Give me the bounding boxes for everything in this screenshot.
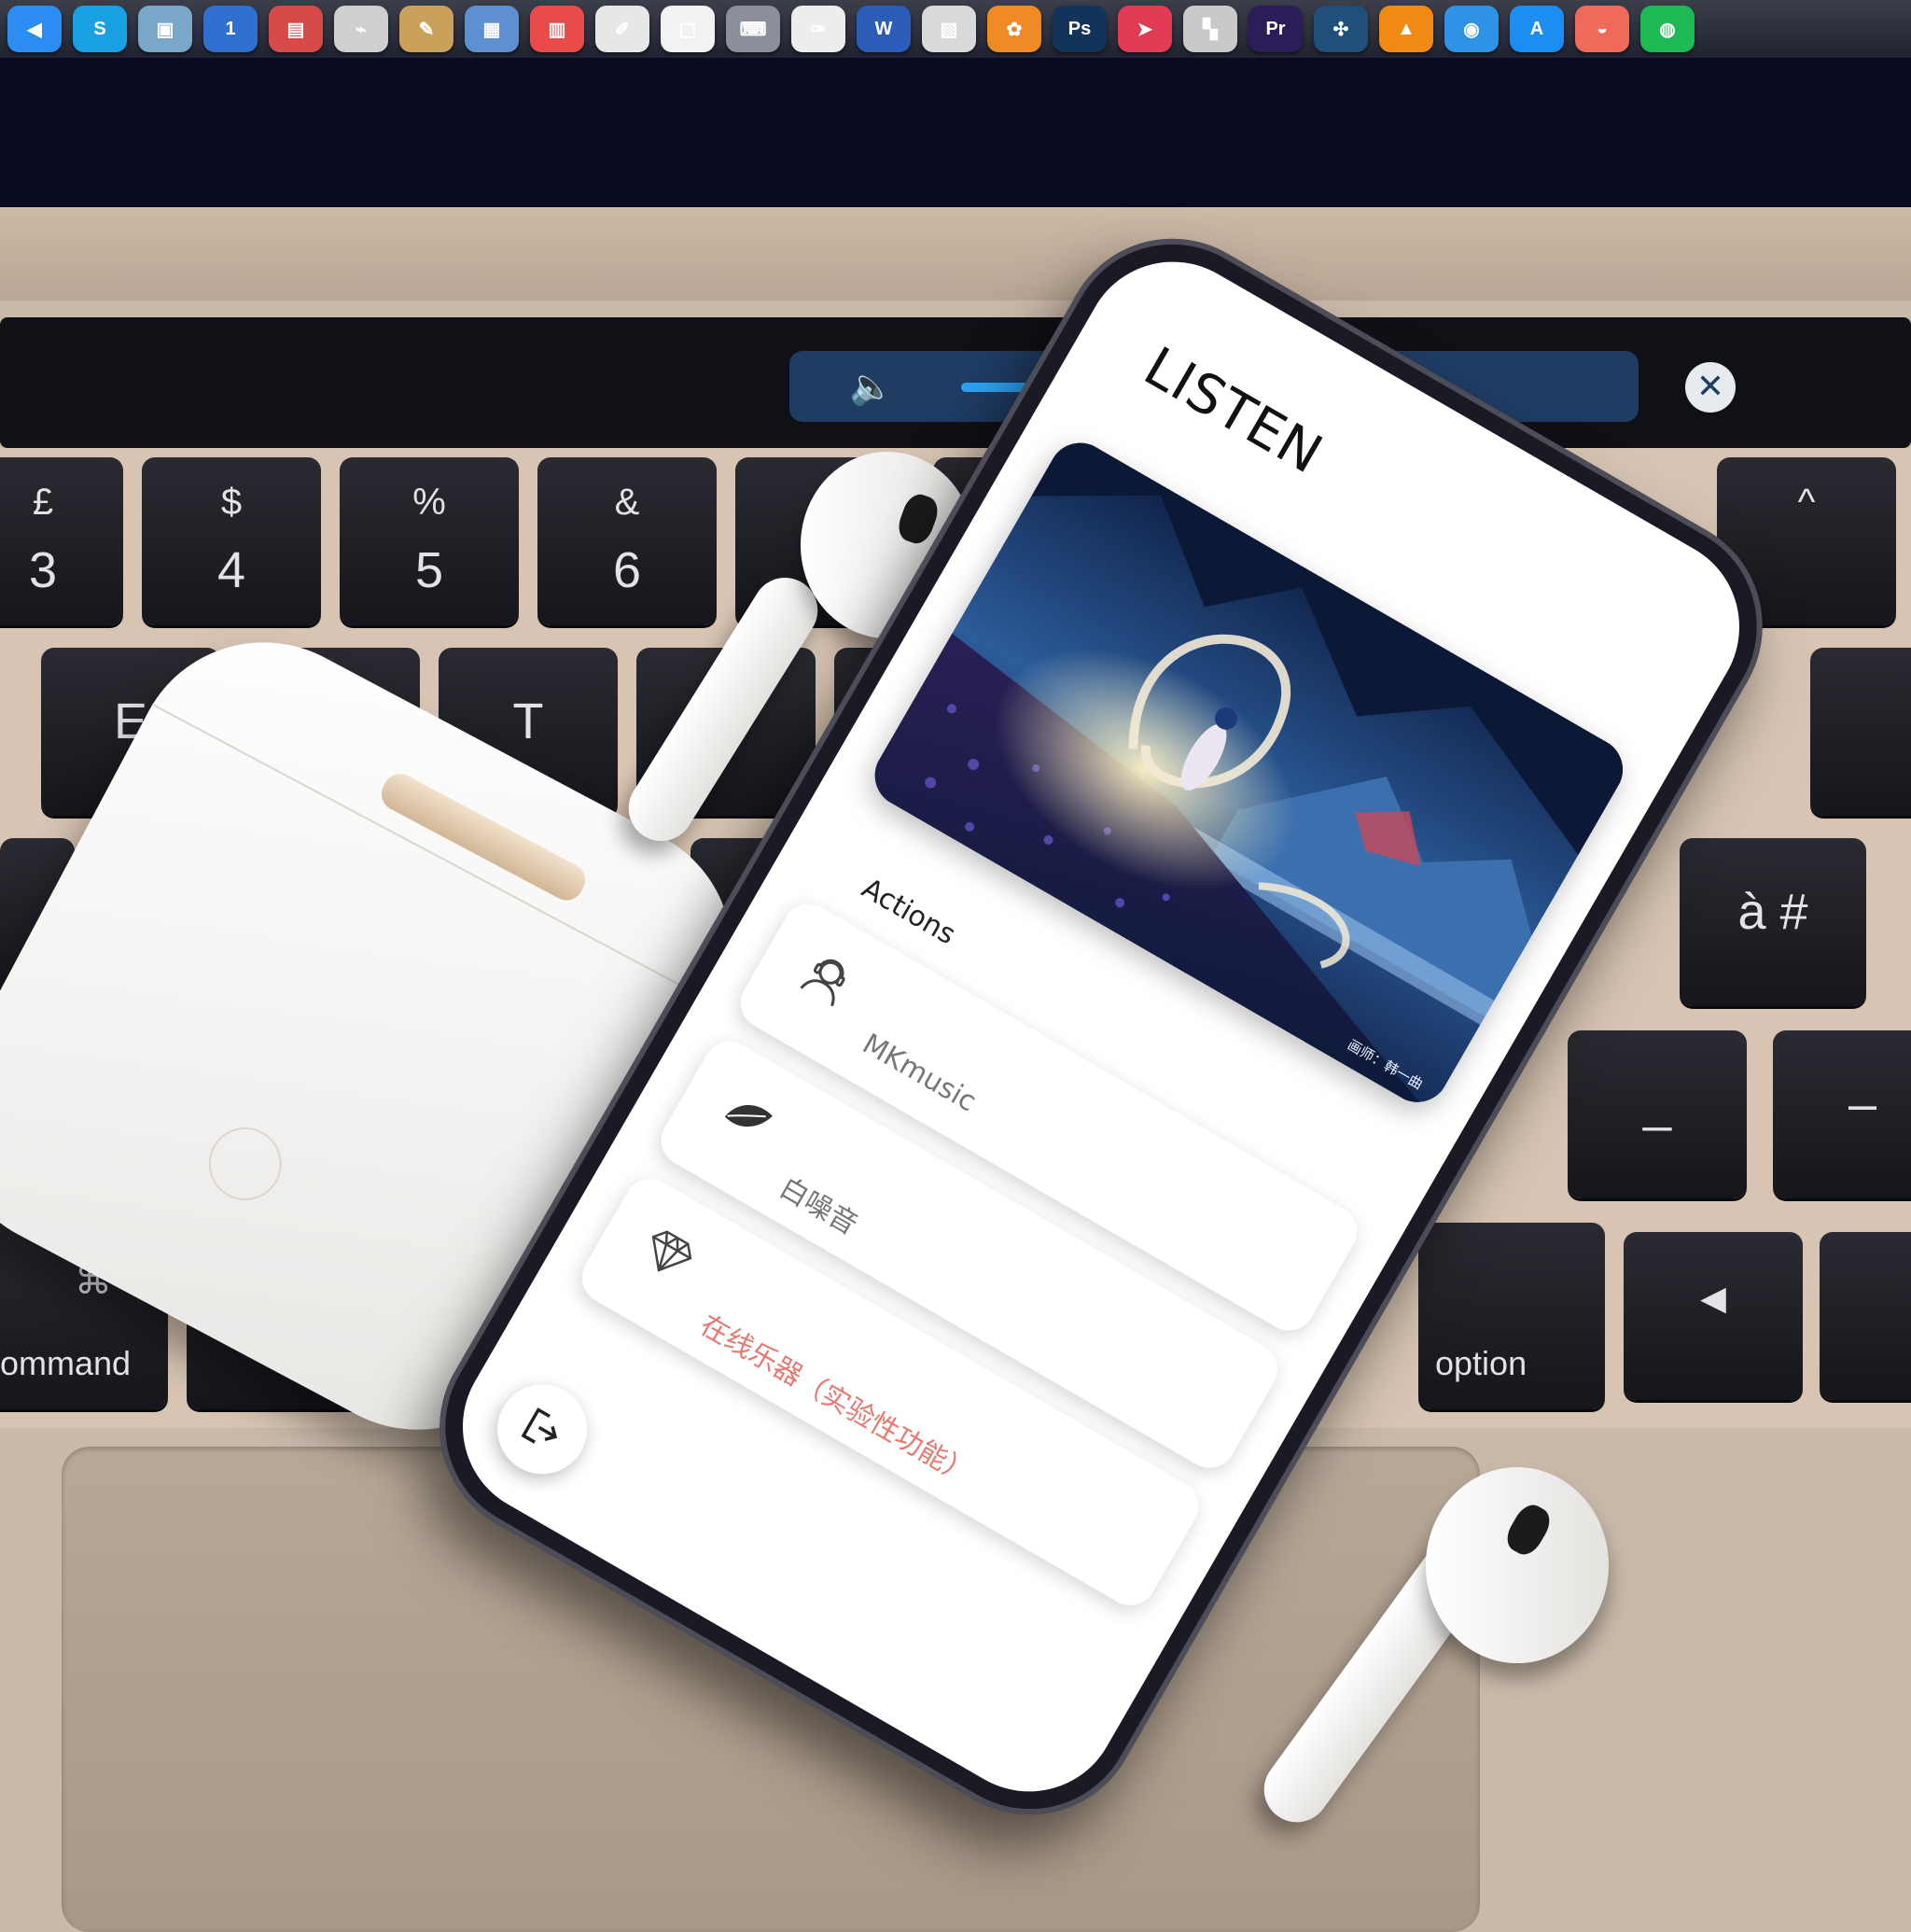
photos-icon[interactable]: ▦ [465, 6, 519, 52]
files-icon[interactable]: ▢ [661, 6, 715, 52]
key-6[interactable]: & 6 [537, 457, 717, 625]
key-a-grave-label: à # [1737, 884, 1808, 940]
case-pair-button [195, 1114, 295, 1213]
key-3-bottom: 3 [28, 542, 58, 598]
close-icon[interactable]: ✕ [1685, 362, 1736, 413]
action-label-mkmusic: MKmusic [857, 1028, 983, 1119]
airpod-bottom-head [1426, 1467, 1609, 1663]
thermometer-icon[interactable]: ⌁ [334, 6, 388, 52]
1password-icon[interactable]: 1 [203, 6, 258, 52]
diamond-icon [635, 1219, 704, 1288]
keyboard-viewer-icon[interactable]: ⌨ [726, 6, 780, 52]
key-6-bottom: 6 [612, 542, 642, 598]
globe-icon[interactable]: ◉ [1444, 6, 1499, 52]
key-option[interactable]: option [1418, 1223, 1605, 1409]
color-wheel-icon[interactable]: ✿ [987, 6, 1041, 52]
laptop-screen-bezel [0, 58, 1911, 207]
key-4-top: $ [220, 482, 243, 523]
key-4[interactable]: $ 4 [142, 457, 321, 625]
key-5[interactable]: % 5 [340, 457, 519, 625]
textedit-icon[interactable]: ✐ [595, 6, 649, 52]
key-right-edge[interactable] [1810, 648, 1911, 816]
case-hinge [375, 767, 592, 906]
word-icon[interactable]: W [857, 6, 911, 52]
script-icon[interactable]: ✑ [791, 6, 845, 52]
key-3-top: £ [32, 482, 54, 523]
pill-app-icon[interactable]: ◒ [1575, 6, 1629, 52]
key-underscore[interactable]: _ [1568, 1030, 1747, 1198]
key-underscore-label: _ [1642, 1076, 1672, 1132]
skype-icon[interactable]: S [73, 6, 127, 52]
key-6-top: & [614, 482, 640, 523]
arrow-app-icon[interactable]: ➤ [1118, 6, 1172, 52]
premiere-icon[interactable]: Pr [1248, 6, 1303, 52]
action-label-online-instruments: 在线乐器（实验性功能） [694, 1309, 978, 1491]
leaf-icon [714, 1082, 783, 1151]
key-a-grave[interactable]: à # [1680, 838, 1866, 1006]
speaker-icon: 🔈 [849, 366, 894, 407]
spotify-icon[interactable]: ◍ [1640, 6, 1695, 52]
headphones-user-icon [793, 944, 862, 1013]
key-5-top: % [412, 482, 446, 523]
key-4-bottom: 4 [216, 542, 246, 598]
key-arrow-left[interactable]: ◀ [1624, 1232, 1803, 1400]
command-label: ommand [0, 1344, 132, 1382]
airpod-bottom-grille [1500, 1499, 1556, 1561]
option-label: option [1435, 1344, 1527, 1382]
exit-button[interactable] [481, 1367, 604, 1491]
key-arrow-down[interactable] [1820, 1232, 1911, 1400]
preview-icon[interactable]: ▣ [138, 6, 192, 52]
key-3[interactable]: £ 3 [0, 457, 123, 625]
app-title: LISTEN [1134, 334, 1334, 486]
clapper-icon[interactable]: ▚ [1183, 6, 1237, 52]
fan-icon[interactable]: ✣ [1314, 6, 1368, 52]
macos-dock: ◀ S ▣ 1 ▤ ⌁ ✎ ▦ ▥ ✐ ▢ ⌨ ✑ W ▧ ✿ Ps ➤ ▚ Pr ✣ ▲ ◉ A ◒ ◍ [0, 0, 1911, 58]
app-store-icon[interactable]: A [1510, 6, 1564, 52]
key-dash-label: – [1848, 1076, 1877, 1132]
key-5-bottom: 5 [414, 542, 444, 598]
pdf-icon[interactable]: ▤ [269, 6, 323, 52]
chart-app-icon[interactable]: ▧ [922, 6, 976, 52]
calendar-icon[interactable]: ▥ [530, 6, 584, 52]
key-caret-top: ^ [1797, 482, 1816, 523]
laptop-hinge [0, 207, 1911, 301]
arrow-left-icon: ◀ [1700, 1279, 1726, 1317]
vlc-icon[interactable]: ▲ [1379, 6, 1433, 52]
exit-icon [521, 1407, 558, 1444]
teamviewer-icon[interactable]: ◀ [7, 6, 62, 52]
action-label-white-noise: 白噪音 [774, 1171, 863, 1242]
key-dash[interactable]: – [1773, 1030, 1911, 1198]
photoshop-icon[interactable]: Ps [1053, 6, 1107, 52]
notes-icon[interactable]: ✎ [399, 6, 453, 52]
